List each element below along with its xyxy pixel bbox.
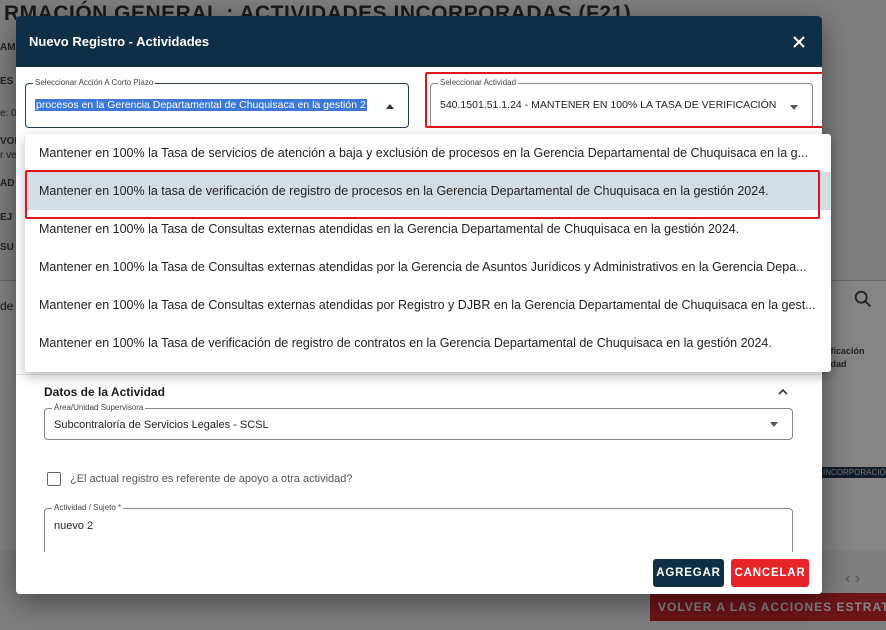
chevron-down-icon[interactable] [790,105,798,110]
chevron-down-icon[interactable] [770,422,778,427]
actividad-select[interactable]: Seleccionar Actividad 540.1501.51.1.24 -… [430,78,813,128]
actividad-select-value[interactable]: 540.1501.51.1.24 - MANTENER EN 100% LA T… [440,99,776,111]
chevron-up-icon[interactable] [386,104,394,109]
divider [16,374,822,375]
modal-title: Nuevo Registro - Actividades [29,34,210,49]
accion-select-value[interactable]: procesos en la Gerencia Departamental de… [35,99,376,111]
dropdown-option[interactable]: Mantener en 100% la Tasa de Consultas ex… [25,248,831,286]
modal-footer: AGREGAR CANCELAR [16,552,822,594]
apoyo-checkbox-row[interactable]: ¿El actual registro es referente de apoy… [47,472,353,486]
chevron-up-icon[interactable] [777,386,789,398]
sujeto-textarea-label: Actividad / Sujeto * [52,503,124,512]
section-title: Datos de la Actividad [44,385,165,399]
dropdown-option[interactable]: Mantener en 100% la Tasa de Consultas ex… [25,286,831,324]
cancelar-button[interactable]: CANCELAR [731,559,809,587]
dropdown-option[interactable]: Mantener en 100% la Tasa de servicios de… [25,134,831,172]
agregar-button[interactable]: AGREGAR [653,559,724,587]
actividad-select-label: Seleccionar Actividad [438,78,519,87]
close-icon[interactable] [792,35,806,49]
area-select-value[interactable]: Subcontraloría de Servicios Legales - SC… [54,419,269,431]
apoyo-checkbox[interactable] [47,472,61,486]
dropdown-option[interactable]: Mantener en 100% la Tasa de verificación… [25,324,831,362]
area-select-label: Área/Unidad Supervisora [52,403,146,412]
dropdown-option-selected[interactable]: Mantener en 100% la tasa de verificación… [25,172,831,210]
apoyo-checkbox-label[interactable]: ¿El actual registro es referente de apoy… [70,473,353,485]
dropdown-option[interactable]: Mantener en 100% la Tasa de Consultas ex… [25,210,831,248]
accion-selected-text[interactable]: procesos en la Gerencia Departamental de… [35,99,367,111]
close-icon[interactable] [789,32,809,52]
area-select[interactable]: Área/Unidad Supervisora Subcontraloría d… [44,403,793,440]
modal-header: Nuevo Registro - Actividades [16,16,822,67]
actividad-dropdown-list[interactable]: Mantener en 100% la Tasa de servicios de… [25,134,831,372]
sujeto-textarea-value[interactable]: nuevo 2 [54,520,93,532]
accion-select[interactable]: Seleccionar Acción A Corto Plazo proceso… [25,78,409,128]
accion-select-label: Seleccionar Acción A Corto Plazo [33,78,156,87]
